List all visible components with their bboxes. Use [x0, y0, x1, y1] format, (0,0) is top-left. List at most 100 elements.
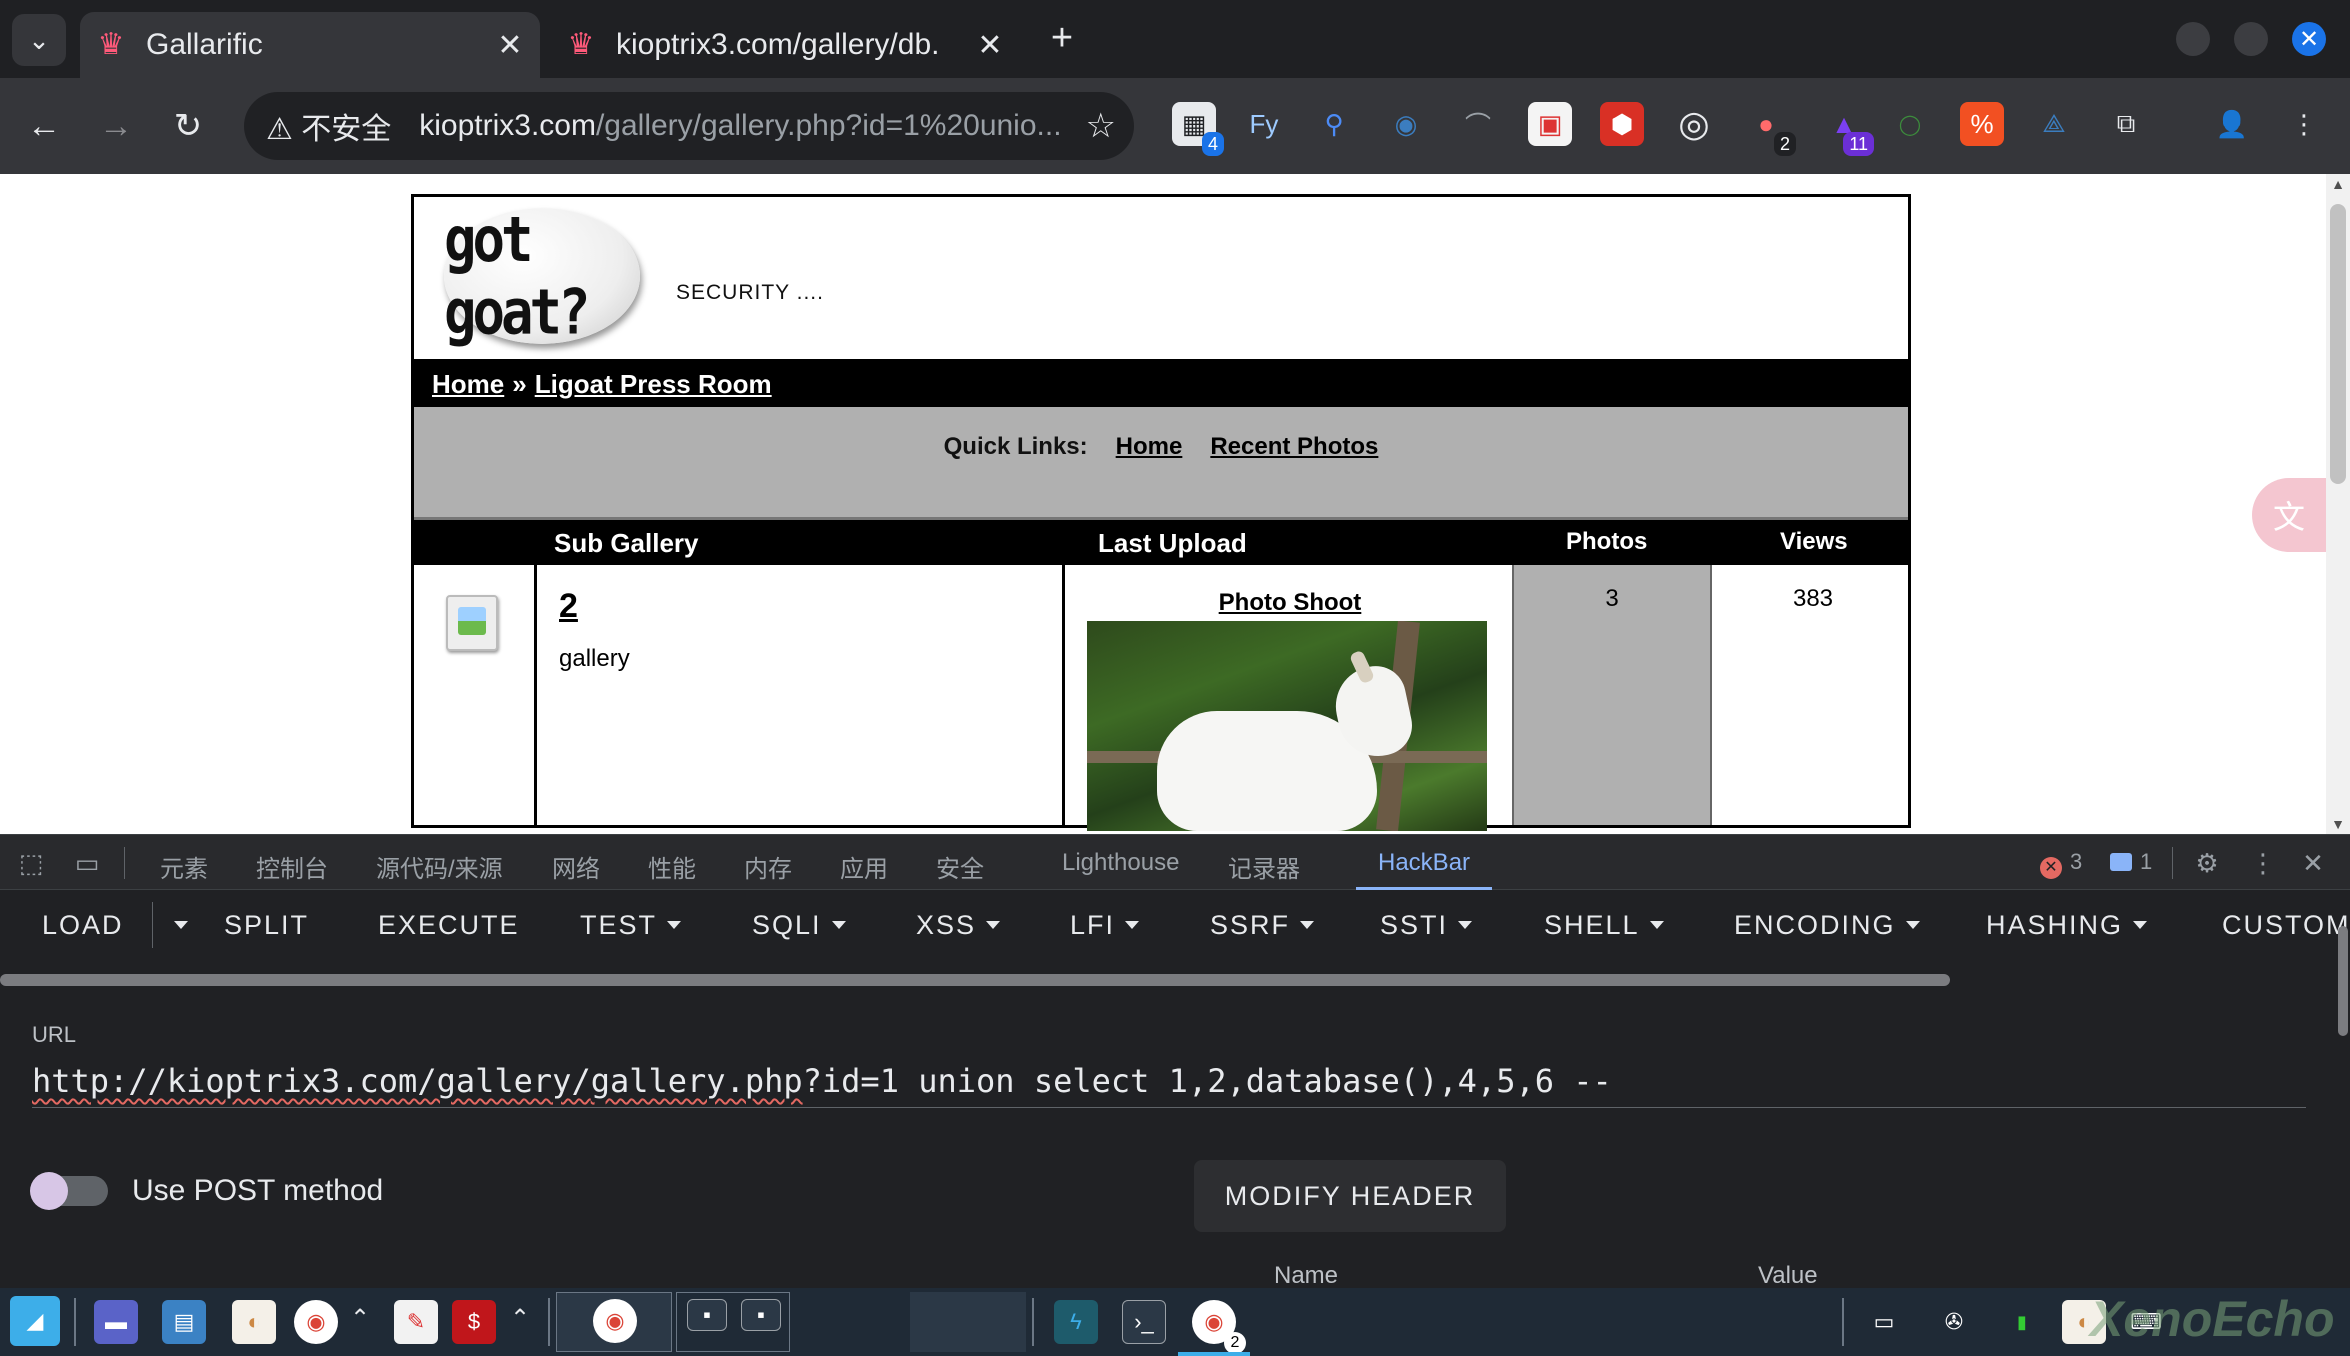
chevron-up-icon[interactable]: ⌃ — [510, 1304, 530, 1333]
hackbar-lfi-menu[interactable]: LFI — [1070, 910, 1140, 941]
menu-kebab-icon[interactable]: ⋮ — [2282, 102, 2326, 146]
modify-header-button[interactable]: MODIFY HEADER — [1194, 1160, 1506, 1232]
error-counter[interactable]: ✕ 3 — [2040, 849, 2082, 879]
workspace-1-icon[interactable]: ▪ — [687, 1299, 727, 1331]
extension-fy-icon[interactable]: Fy — [1242, 102, 1286, 146]
devtools-tab-recorder[interactable]: 记录器 — [1228, 849, 1300, 884]
extension-wizard-icon[interactable]: ▲ 11 — [1822, 102, 1874, 156]
burp-icon[interactable]: ϟ — [1054, 1300, 1098, 1344]
extension-eye-icon[interactable]: ◉ — [1384, 102, 1428, 146]
last-upload-link[interactable]: Photo Shoot — [1065, 589, 1515, 617]
extension-qr-icon[interactable]: ▦ 4 — [1172, 102, 1224, 156]
tab-gallarific[interactable]: ♛ Gallarific ✕ — [80, 12, 540, 78]
devtools-tab-network[interactable]: 网络 — [552, 849, 600, 884]
hackbar-split-button[interactable]: SPLIT — [224, 910, 309, 941]
extension-translate-icon[interactable]: ▣ — [1528, 102, 1572, 146]
hackbar-shell-menu[interactable]: SHELL — [1544, 910, 1664, 941]
tab-close-icon[interactable]: ✕ — [490, 28, 530, 63]
hackbar-test-menu[interactable]: TEST — [580, 910, 682, 941]
devtools-tab-hackbar[interactable]: HackBar — [1378, 849, 1470, 877]
extension-cube-icon[interactable]: ⬢ — [1600, 102, 1644, 146]
sub-gallery-link[interactable]: 2 — [559, 587, 578, 626]
devtools-menu-icon[interactable]: ⋮ — [2246, 847, 2280, 879]
inspect-element-icon[interactable]: ⬚ — [14, 847, 48, 879]
kali-menu-icon[interactable]: ◢ — [10, 1296, 60, 1346]
breadcrumb-press-room-link[interactable]: Ligoat Press Room — [535, 369, 772, 400]
new-tab-button[interactable]: + — [1040, 16, 1084, 60]
devtools-tab-security[interactable]: 安全 — [936, 849, 984, 884]
hackbar-ssti-menu[interactable]: SSTI — [1380, 910, 1473, 941]
hackbar-url-input[interactable]: http://kioptrix3.com/gallery/gallery.php… — [32, 1062, 2306, 1108]
tab-close-icon[interactable]: ✕ — [970, 28, 1010, 63]
hackbar-execute-button[interactable]: EXECUTE — [378, 910, 520, 941]
extension-percent-icon[interactable]: % — [1960, 102, 2004, 146]
extension-circle-icon[interactable]: ◎ — [1672, 102, 1716, 146]
profile-icon[interactable]: 👤 — [2210, 102, 2254, 146]
quick-link-home[interactable]: Home — [1116, 433, 1183, 517]
reload-button[interactable]: ↻ — [162, 100, 214, 152]
quick-link-recent-photos[interactable]: Recent Photos — [1210, 433, 1378, 517]
minimize-button[interactable] — [2176, 22, 2210, 56]
hackbar-custom-menu[interactable]: CUSTOM — [2222, 910, 2350, 941]
security-indicator[interactable]: ⚠ 不安全 — [266, 104, 391, 148]
hackbar-horizontal-scrollbar[interactable] — [0, 974, 1950, 986]
battery-icon[interactable]: ▮ — [2000, 1300, 2044, 1344]
scrollbar-thumb[interactable] — [2338, 926, 2348, 1036]
extension-cookie-icon[interactable]: ● 2 — [1744, 102, 1796, 156]
devtools-close-icon[interactable]: ✕ — [2296, 847, 2330, 879]
scroll-up-icon[interactable]: ▲ — [2326, 176, 2350, 192]
taskbar-window-chrome[interactable]: ◉ — [556, 1292, 672, 1352]
tab-kioptrix-db[interactable]: ♛ kioptrix3.com/gallery/db. ✕ — [550, 12, 1020, 78]
forward-button[interactable]: → — [90, 100, 142, 152]
extension-dot-icon[interactable]: ◯ — [1888, 102, 1932, 146]
taskbar-empty-slot[interactable] — [910, 1292, 1026, 1352]
bookmark-star-icon[interactable]: ☆ — [1086, 106, 1116, 146]
translate-float-icon[interactable]: 文 — [2252, 478, 2326, 552]
scroll-down-icon[interactable]: ▼ — [2326, 816, 2350, 832]
extension-pin-icon[interactable]: ⚲ — [1312, 102, 1356, 146]
extension-wappalyzer-icon[interactable]: ⟁ — [2032, 102, 2076, 146]
extensions-puzzle-icon[interactable]: ⧉ — [2104, 102, 2148, 146]
devtools-tab-console[interactable]: 控制台 — [256, 849, 328, 884]
hackbar-vertical-scrollbar[interactable] — [2336, 890, 2350, 1290]
devtools-tab-application[interactable]: 应用 — [840, 849, 888, 884]
hackbar-load-button[interactable]: LOAD — [42, 910, 124, 941]
workspace-pager[interactable]: ▪ ▪ — [676, 1292, 790, 1352]
maximize-button[interactable] — [2234, 22, 2268, 56]
tab-search-button[interactable]: ⌄ — [12, 14, 66, 66]
clipboard-icon[interactable]: ▭ — [1862, 1300, 1906, 1344]
devtools-tab-elements[interactable]: 元素 — [160, 849, 208, 884]
workspace-2-icon[interactable]: ▪ — [741, 1299, 781, 1331]
app-launcher-icon[interactable]: ◐ — [232, 1300, 276, 1344]
hackbar-hashing-menu[interactable]: HASHING — [1986, 910, 2148, 941]
gallery-image-icon[interactable] — [446, 595, 498, 651]
show-desktop-icon[interactable]: ▬ — [94, 1300, 138, 1344]
devtools-tab-performance[interactable]: 性能 — [648, 849, 696, 884]
scrollbar-thumb[interactable] — [2330, 204, 2346, 484]
terminal-icon[interactable]: ›_ — [1122, 1300, 1166, 1344]
extension-hat-icon[interactable]: ⌒ — [1456, 102, 1500, 146]
terminal-red-icon[interactable]: $ — [452, 1300, 496, 1344]
device-toggle-icon[interactable]: ▭ — [70, 847, 104, 879]
address-bar[interactable]: ⚠ 不安全 kioptrix3.com/gallery/gallery.php?… — [244, 92, 1134, 160]
devtools-tab-lighthouse[interactable]: Lighthouse — [1062, 849, 1179, 877]
goat-photo-thumbnail[interactable] — [1087, 621, 1487, 831]
settings-gear-icon[interactable]: ⚙ — [2190, 847, 2224, 879]
message-counter[interactable]: 1 — [2110, 849, 2152, 875]
chevron-up-icon[interactable]: ⌃ — [350, 1304, 370, 1333]
window-close-button[interactable]: ✕ — [2292, 22, 2326, 56]
network-icon[interactable]: ✇ — [1932, 1300, 1976, 1344]
page-scrollbar[interactable]: ▲ ▼ — [2326, 174, 2350, 834]
devtools-tab-sources[interactable]: 源代码/来源 — [376, 849, 503, 884]
text-editor-icon[interactable]: ✎ — [394, 1300, 438, 1344]
got-goat-logo[interactable]: got goat? — [444, 204, 640, 348]
hackbar-ssrf-menu[interactable]: SSRF — [1210, 910, 1315, 941]
hackbar-encoding-menu[interactable]: ENCODING — [1734, 910, 1920, 941]
breadcrumb-home-link[interactable]: Home — [432, 369, 504, 400]
hackbar-sqli-menu[interactable]: SQLI — [752, 910, 846, 941]
chrome-taskbar-icon[interactable]: ◉ 2 — [1192, 1300, 1246, 1354]
back-button[interactable]: ← — [18, 100, 70, 152]
use-post-toggle[interactable] — [30, 1172, 108, 1210]
hackbar-load-dropdown[interactable] — [164, 910, 188, 941]
devtools-tab-memory[interactable]: 内存 — [744, 849, 792, 884]
